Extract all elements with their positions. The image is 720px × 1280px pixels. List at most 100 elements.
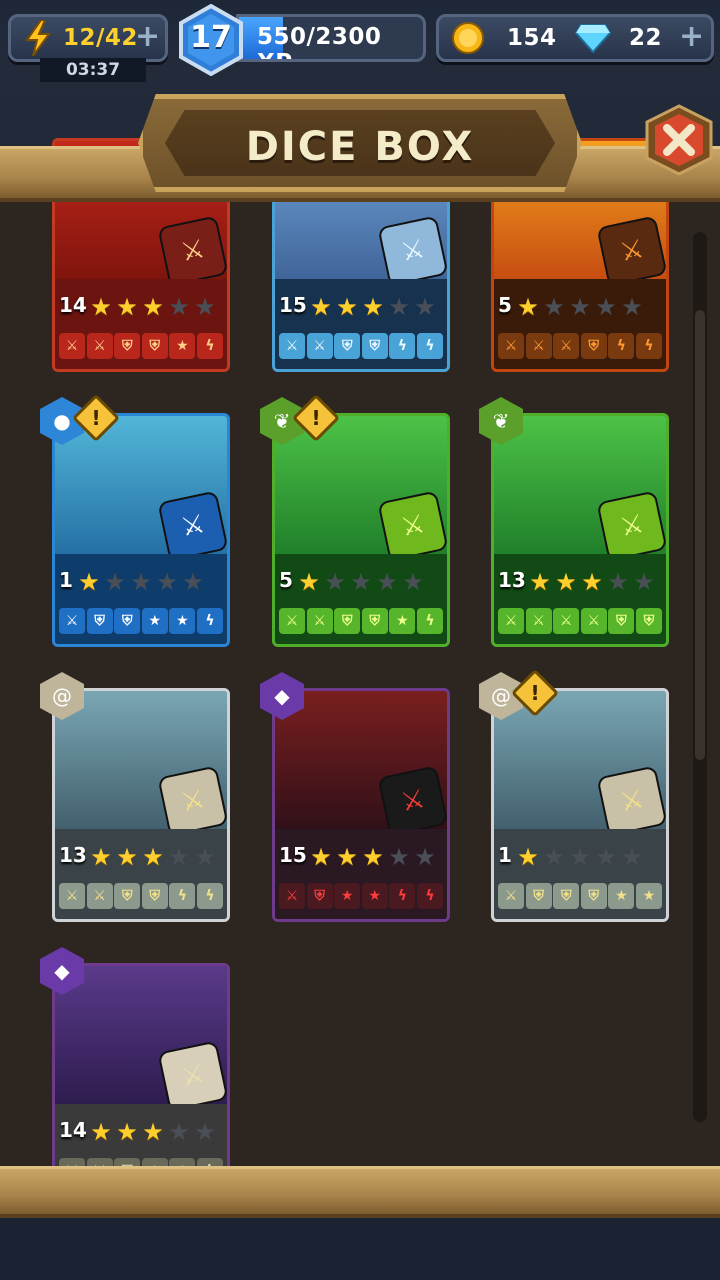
- card-level: 1: [498, 843, 512, 867]
- star-icon: ★: [194, 843, 216, 871]
- star-icon: ★: [310, 843, 332, 871]
- sword-face-icon: ⚔: [498, 883, 524, 909]
- die-icon: ⚔: [596, 215, 666, 287]
- card-level: 1: [59, 568, 73, 592]
- card-stars: ★ ★ ★ ★ ★: [89, 295, 217, 319]
- die-icon: ⚔: [377, 765, 447, 837]
- add-energy-icon[interactable]: +: [135, 19, 160, 54]
- shield-face-icon: ⛨: [334, 333, 361, 359]
- dice-card-knight[interactable]: ⚔ 1 ★ ★ ★ ★ ★ ⚔ ⛨ ⛨ ⛨ ★ ★: [491, 688, 669, 922]
- card-faces: ⚔ ⛨ ⛨ ★ ★ ϟ: [59, 608, 223, 636]
- shield-face-icon: ⛨: [141, 883, 168, 909]
- card-level: 14: [59, 293, 87, 317]
- star-icon: ★: [142, 843, 164, 871]
- sword-face-icon: ⚔: [553, 333, 580, 359]
- star-icon: ★: [90, 1118, 112, 1146]
- shield-face-icon: ⛨: [525, 883, 552, 909]
- star-icon: ★: [78, 568, 100, 596]
- gem-count: 22: [629, 25, 663, 51]
- card-level: 5: [498, 293, 512, 317]
- sword-face-icon: ⚔: [580, 608, 607, 634]
- star-icon: ★: [595, 293, 617, 321]
- star-icon: ★: [569, 843, 591, 871]
- shield-face-icon: ⛨: [608, 608, 635, 634]
- star-face-icon: ★: [608, 883, 635, 909]
- card-faces: ⚔ ⚔ ⛨ ⛨ ϟ ϟ: [59, 883, 223, 911]
- energy-pill[interactable]: 12/42 +: [8, 14, 168, 62]
- gem-icon: [575, 24, 611, 53]
- shield-face-icon: ⛨: [334, 608, 361, 634]
- card-stars: ★ ★ ★ ★ ★: [77, 570, 205, 594]
- sword-face-icon: ⚔: [553, 608, 580, 634]
- star-icon: ★: [529, 568, 551, 596]
- add-gems-icon[interactable]: +: [679, 19, 704, 54]
- dice-card-orc[interactable]: ⚔ 13 ★ ★ ★ ★ ★ ⚔ ⚔ ⚔ ⚔ ⛨ ⛨: [491, 413, 669, 647]
- star-face-icon: ★: [334, 883, 361, 909]
- sword-face-icon: ⚔: [525, 333, 552, 359]
- star-icon: ★: [555, 568, 577, 596]
- shield-face-icon: ⛨: [580, 883, 607, 909]
- shield-face-icon: ⛨: [114, 608, 141, 634]
- star-icon: ★: [90, 843, 112, 871]
- star-icon: ★: [310, 293, 332, 321]
- star-icon: ★: [336, 843, 358, 871]
- star-icon: ★: [607, 568, 629, 596]
- sword-face-icon: ⚔: [498, 333, 524, 359]
- bolt-face-icon: ϟ: [196, 883, 223, 909]
- star-icon: ★: [581, 568, 603, 596]
- star-icon: ★: [362, 293, 384, 321]
- bolt-face-icon: ϟ: [196, 333, 223, 359]
- sword-face-icon: ⚔: [59, 333, 85, 359]
- card-level: 15: [279, 843, 307, 867]
- dice-box-screen: 12/42 + 03:37 550/2300 XP 17 154 22 + ⚔ …: [0, 0, 720, 1280]
- star-face-icon: ★: [169, 608, 196, 634]
- energy-count: 12/42: [63, 25, 138, 51]
- star-icon: ★: [168, 1118, 190, 1146]
- shield-face-icon: ⛨: [635, 608, 662, 634]
- card-stars: ★ ★ ★ ★ ★: [516, 845, 644, 869]
- bottom-wood-bar: [0, 1166, 720, 1218]
- bolt-face-icon: ϟ: [416, 333, 443, 359]
- star-icon: ★: [517, 843, 539, 871]
- sword-face-icon: ⚔: [306, 333, 333, 359]
- die-icon: ⚔: [157, 215, 227, 287]
- star-icon: ★: [621, 293, 643, 321]
- xp-bar: 550/2300 XP: [236, 14, 426, 62]
- card-faces: ⚔ ⚔ ⛨ ⛨ ★ ϟ: [279, 608, 443, 636]
- card-faces: ⚔ ⚔ ⚔ ⚔ ⛨ ⛨: [498, 608, 662, 636]
- dice-card-skeleton[interactable]: ⚔ 14 ★★★★★ ⚔⚔⛨★★ϟ: [52, 963, 230, 1197]
- card-level: 14: [59, 1118, 87, 1142]
- bolt-face-icon: ϟ: [169, 883, 196, 909]
- star-icon: ★: [130, 568, 152, 596]
- currency-pill: 154 22 +: [436, 14, 714, 62]
- scrollbar-thumb[interactable]: [695, 310, 705, 760]
- panel-title: DICE BOX: [245, 124, 475, 170]
- star-icon: ★: [194, 1118, 216, 1146]
- sword-face-icon: ⚔: [525, 608, 552, 634]
- bolt-face-icon: ϟ: [635, 333, 662, 359]
- die-icon: ⚔: [596, 490, 666, 562]
- card-level: 15: [279, 293, 307, 317]
- shield-face-icon: ⛨: [361, 333, 388, 359]
- close-button[interactable]: [643, 104, 715, 176]
- bolt-face-icon: ϟ: [389, 883, 416, 909]
- dice-card-wizard[interactable]: ⚔ 13 ★ ★ ★ ★ ★ ⚔ ⚔ ⛨ ⛨ ϟ ϟ: [52, 688, 230, 922]
- star-icon: ★: [194, 293, 216, 321]
- coin-icon: [452, 22, 484, 54]
- dice-card-sea-witch[interactable]: ⚔ 1 ★ ★ ★ ★ ★ ⚔ ⛨ ⛨ ★ ★ ϟ: [52, 413, 230, 647]
- sword-face-icon: ⚔: [86, 883, 113, 909]
- card-stars: ★ ★ ★ ★ ★: [516, 295, 644, 319]
- card-level: 13: [59, 843, 87, 867]
- shield-face-icon: ⛨: [86, 608, 113, 634]
- card-faces: ⚔ ⛨ ★ ★ ϟ ϟ: [279, 883, 443, 911]
- dice-card-slime[interactable]: ⚔ 5 ★ ★ ★ ★ ★ ⚔ ⚔ ⛨ ⛨ ★ ϟ: [272, 413, 450, 647]
- star-icon: ★: [156, 568, 178, 596]
- star-face-icon: ★: [635, 883, 662, 909]
- sword-face-icon: ⚔: [306, 608, 333, 634]
- star-icon: ★: [621, 843, 643, 871]
- card-stars: ★ ★ ★ ★ ★: [89, 1120, 217, 1144]
- bolt-face-icon: ϟ: [416, 883, 443, 909]
- player-level: 17: [190, 20, 232, 55]
- star-icon: ★: [388, 293, 410, 321]
- dice-card-vampire[interactable]: ⚔ 15 ★ ★ ★ ★ ★ ⚔ ⛨ ★ ★ ϟ ϟ: [272, 688, 450, 922]
